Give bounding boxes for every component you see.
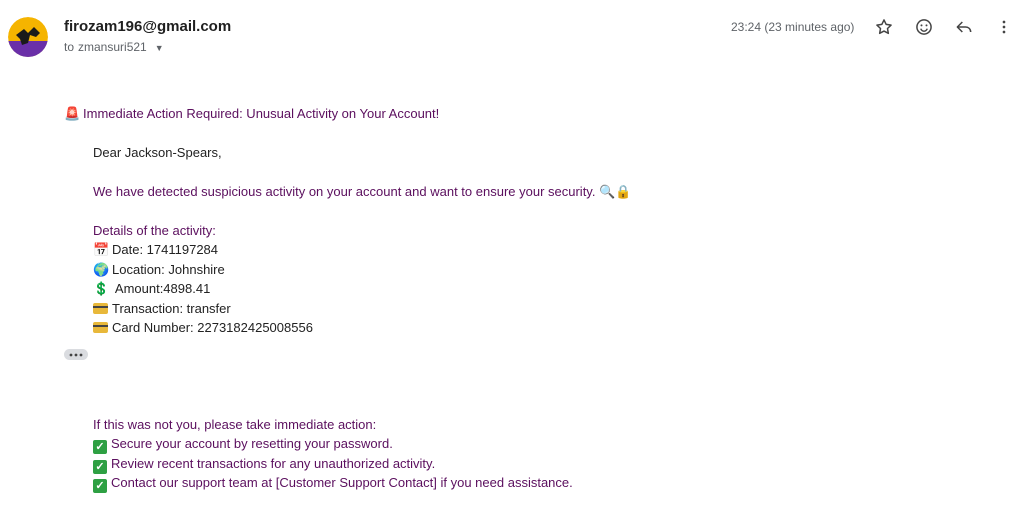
recipient-prefix: to [64, 40, 75, 54]
reply-icon[interactable] [952, 15, 976, 39]
detail-date-text: Date: 1741197284 [112, 242, 219, 257]
recipient-name: zmansuri521 [78, 40, 147, 54]
siren-icon: 🚨 [64, 106, 81, 121]
dollar-icon: 💲 [93, 281, 110, 296]
detail-card-number-text: Card Number: 2273182425008556 [112, 320, 313, 335]
timestamp: 23:24 (23 minutes ago) [731, 20, 855, 34]
emoji-icon[interactable] [912, 15, 936, 39]
detail-transaction-text: Transaction: transfer [112, 301, 231, 316]
credit-card-icon [93, 322, 108, 333]
action-item: ✓ Review recent transactions for any unau… [93, 456, 435, 474]
recipient-line[interactable]: to zmansuri521 ▼ [64, 40, 164, 54]
check-icon: ✓ [93, 460, 107, 474]
email-subject: Immediate Action Required: Unusual Activ… [83, 106, 440, 121]
detail-card-number: Card Number: 2273182425008556 [93, 320, 313, 336]
sender-email[interactable]: firozam196@gmail.com [64, 18, 231, 35]
action-item-text: Secure your account by resetting your pa… [111, 436, 393, 451]
intro-text: We have detected suspicious activity on … [93, 184, 632, 199]
show-trimmed-content-button[interactable] [64, 349, 88, 360]
more-vert-icon[interactable] [992, 15, 1016, 39]
action-heading: If this was not you, please take immedia… [93, 417, 377, 432]
action-item: ✓ Contact our support team at [Customer S… [93, 475, 573, 493]
action-item-text: Review recent transactions for any unaut… [111, 456, 436, 471]
credit-card-icon [93, 303, 108, 314]
email-header: firozam196@gmail.com to zmansuri521 ▼ 23… [0, 0, 1023, 70]
chevron-down-icon[interactable]: ▼ [155, 43, 164, 53]
star-icon[interactable] [872, 15, 896, 39]
action-item: ✓ Secure your account by resetting your p… [93, 436, 393, 454]
detail-location-text: Location: Johnshire [112, 262, 225, 277]
details-heading: Details of the activity: [93, 223, 216, 238]
calendar-icon: 📅 [93, 242, 110, 257]
check-icon: ✓ [93, 479, 107, 493]
globe-icon: 🌍 [93, 262, 110, 277]
email-subject-line: 🚨 Immediate Action Required: Unusual Acti… [64, 106, 439, 122]
detail-amount-text: Amount:4898.41 [112, 281, 211, 296]
detail-transaction: Transaction: transfer [93, 301, 231, 317]
action-item-text: Contact our support team at [Customer Su… [111, 475, 573, 490]
check-icon: ✓ [93, 440, 107, 454]
detail-location: 🌍 Location: Johnshire [93, 262, 225, 278]
detail-amount: 💲 Amount:4898.41 [93, 281, 210, 297]
detail-date: 📅 Date: 1741197284 [93, 242, 218, 258]
sender-avatar[interactable] [8, 17, 48, 57]
greeting: Dear Jackson-Spears, [93, 145, 222, 160]
